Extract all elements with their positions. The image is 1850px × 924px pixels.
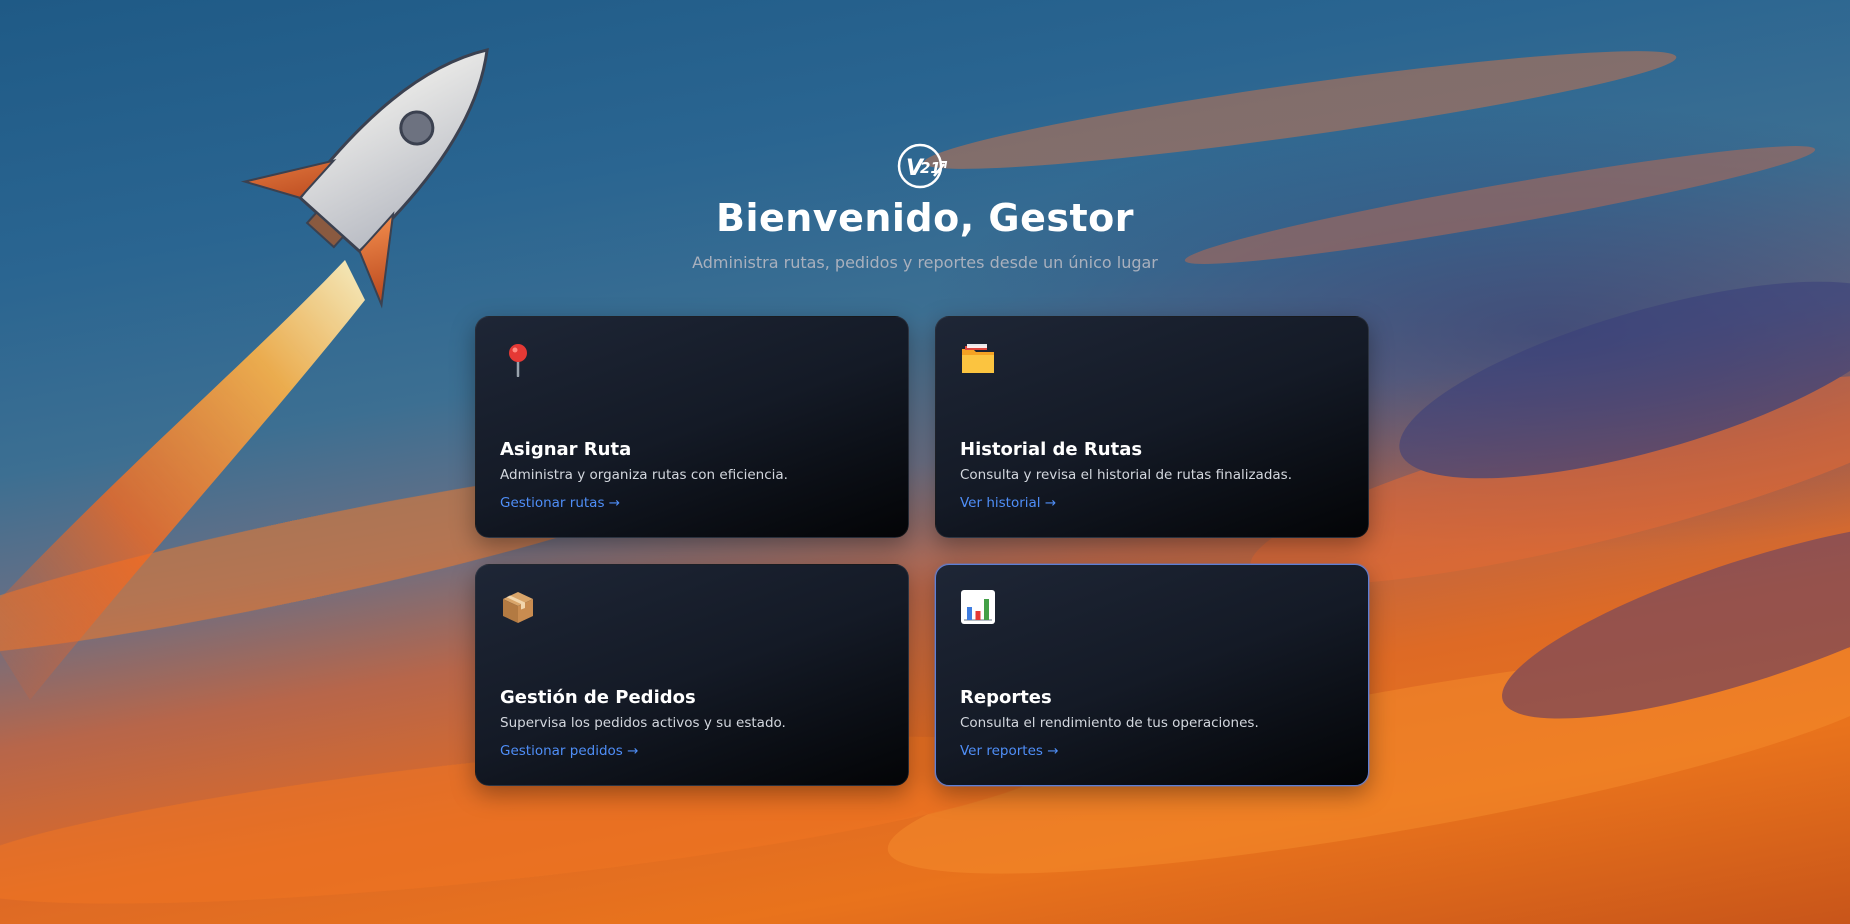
dashboard-page: V 21 Bienvenido, Gestor Administra rutas… — [0, 0, 1850, 924]
main-content: V 21 Bienvenido, Gestor Administra rutas… — [0, 0, 1850, 924]
card-reportes[interactable]: Reportes Consulta el rendimiento de tus … — [935, 564, 1369, 786]
gestionar-rutas-link[interactable]: Gestionar rutas → — [500, 495, 620, 511]
page-subtitle: Administra rutas, pedidos y reportes des… — [692, 253, 1158, 272]
card-title: Gestión de Pedidos — [500, 687, 696, 708]
svg-text:21: 21 — [920, 159, 941, 177]
pin-icon — [509, 344, 527, 377]
card-description: Supervisa los pedidos activos y su estad… — [500, 715, 786, 731]
card-asignar-ruta[interactable]: Asignar Ruta Administra y organiza rutas… — [475, 316, 909, 538]
page-title: Bienvenido, Gestor — [715, 196, 1134, 240]
card-gestion-pedidos[interactable]: Gestión de Pedidos Supervisa los pedidos… — [475, 564, 909, 786]
folder-icon — [962, 344, 994, 373]
card-description: Consulta el rendimiento de tus operacion… — [960, 715, 1259, 731]
ver-reportes-link[interactable]: Ver reportes → — [960, 743, 1059, 759]
card-description: Administra y organiza rutas con eficienc… — [500, 467, 788, 483]
card-title: Asignar Ruta — [500, 439, 632, 460]
gestionar-pedidos-link[interactable]: Gestionar pedidos → — [500, 743, 638, 759]
card-title: Historial de Rutas — [960, 439, 1143, 460]
card-description: Consulta y revisa el historial de rutas … — [960, 467, 1292, 483]
ver-historial-link[interactable]: Ver historial → — [960, 495, 1056, 511]
package-icon — [503, 592, 533, 623]
v21-logo: V 21 — [897, 143, 948, 189]
card-title: Reportes — [960, 687, 1052, 708]
bar-chart-icon — [961, 590, 995, 624]
card-historial-rutas[interactable]: Historial de Rutas Consulta y revisa el … — [935, 316, 1369, 538]
